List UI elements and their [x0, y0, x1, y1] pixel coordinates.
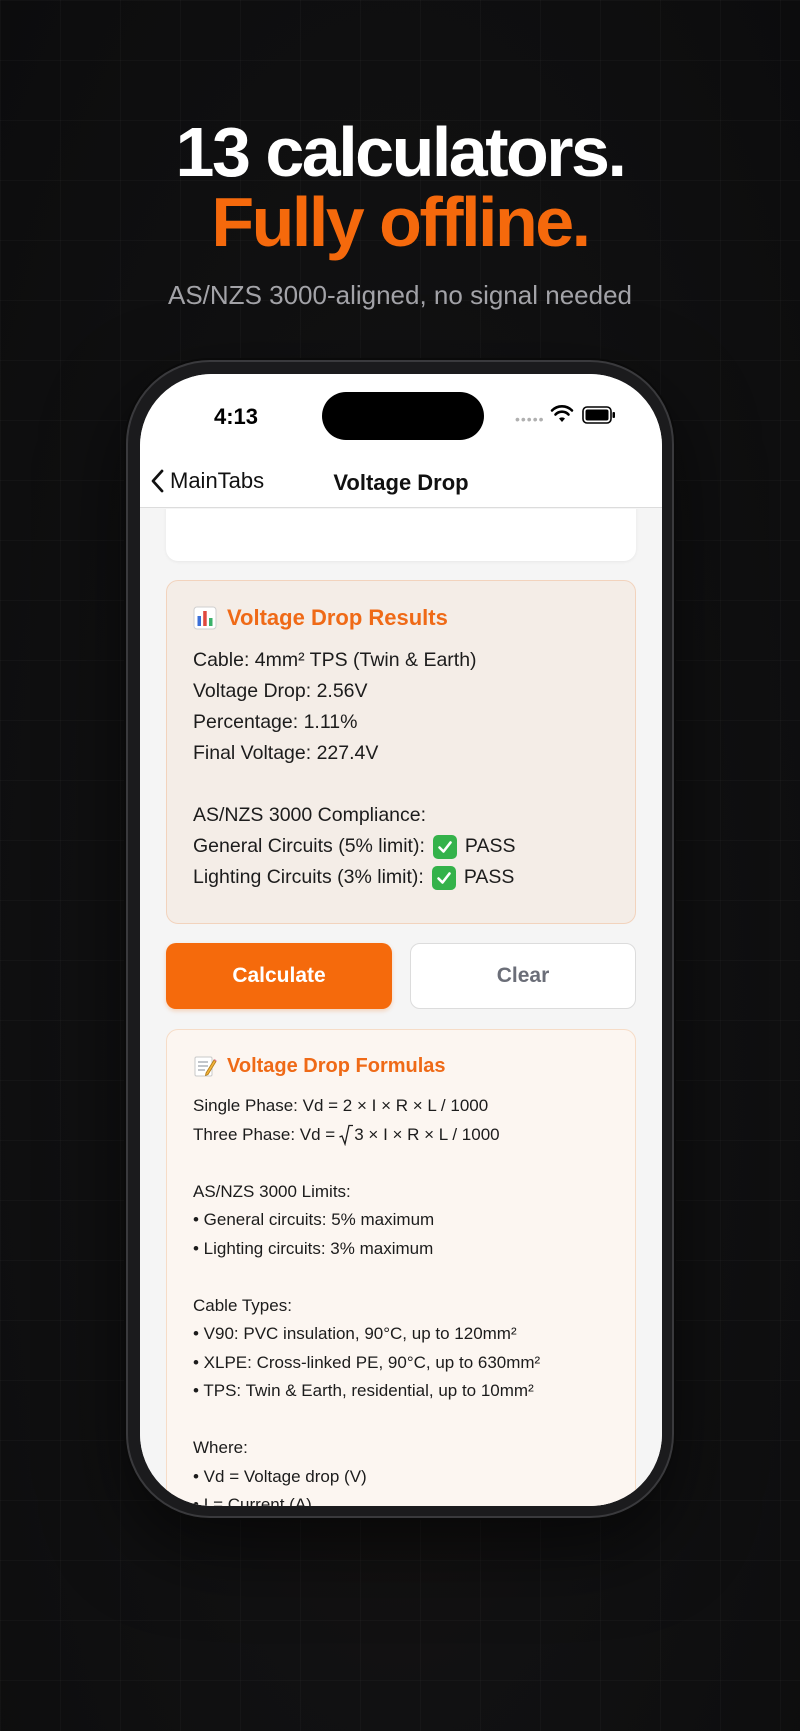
check-mark-icon: [431, 865, 456, 890]
results-title-text: Voltage Drop Results: [227, 605, 448, 630]
formula-single-phase: Single Phase: Vd = 2 × I × R × L / 1000: [193, 1096, 489, 1116]
scroll-content[interactable]: Voltage Drop Results Cable: 4mm² TPS (Tw…: [140, 509, 662, 1506]
app-store-screenshot: 13 calculators. Fully offline. AS/NZS 30…: [0, 0, 800, 1731]
check-mark-icon: [432, 834, 457, 859]
input-card: [166, 509, 636, 561]
phone-frame: 4:13 ••••• MainTabs Voltage Drop Voltage…: [126, 360, 674, 1518]
formula-three-phase-prefix: Three Phase: Vd =: [193, 1124, 336, 1144]
compliance-general-result: PASS: [464, 835, 516, 857]
compliance-lighting-result: PASS: [463, 866, 515, 888]
results-lines: Cable: 4mm² TPS (Twin & Earth) Voltage D…: [193, 645, 609, 893]
compliance-heading: AS/NZS 3000 Compliance:: [193, 804, 427, 826]
page-title: Voltage Drop: [333, 470, 469, 495]
calculate-button[interactable]: Calculate: [166, 943, 392, 1009]
where-heading: Where:: [193, 1438, 248, 1458]
clear-button[interactable]: Clear: [410, 943, 636, 1009]
status-time: 4:13: [214, 404, 259, 429]
result-percentage: Percentage: 1.11%: [193, 711, 358, 733]
status-bar: 4:13 •••••: [140, 374, 662, 456]
hero-headline-accent: Fully offline.: [211, 183, 591, 261]
cable-types-heading: Cable Types:: [193, 1295, 292, 1315]
phone-screen: 4:13 ••••• MainTabs Voltage Drop Voltage…: [140, 374, 662, 1506]
compliance-general: General Circuits (5% limit): PASS: [193, 831, 609, 862]
square-root-icon: [339, 1124, 354, 1146]
results-card: Voltage Drop Results Cable: 4mm² TPS (Tw…: [166, 580, 636, 924]
formulas-title: Voltage Drop Formulas: [193, 1054, 609, 1078]
formulas-lines: Single Phase: Vd = 2 × I × R × L / 1000 …: [193, 1092, 609, 1506]
result-cable: Cable: 4mm² TPS (Twin & Earth): [193, 649, 477, 671]
cable-type-v90: • V90: PVC insulation, 90°C, up to 120mm…: [193, 1324, 517, 1344]
cable-type-tps: • TPS: Twin & Earth, residential, up to …: [193, 1381, 534, 1401]
bar-chart-icon: [193, 606, 217, 630]
memo-icon: [194, 1056, 217, 1077]
formula-three-phase: Three Phase: Vd = 3 × I × R × L / 1000: [193, 1121, 609, 1150]
compliance-lighting-label: Lighting Circuits (3% limit):: [193, 866, 424, 888]
formulas-title-text: Voltage Drop Formulas: [227, 1054, 446, 1077]
formulas-card: Voltage Drop Formulas Single Phase: Vd =…: [166, 1029, 636, 1506]
hero-headline: 13 calculators.: [175, 113, 627, 191]
results-title: Voltage Drop Results: [193, 605, 609, 631]
hero-subtitle: AS/NZS 3000-aligned, no signal needed: [168, 280, 632, 310]
result-final-voltage: Final Voltage: 227.4V: [193, 742, 379, 764]
dynamic-island: [322, 392, 484, 440]
limit-general: • General circuits: 5% maximum: [193, 1210, 435, 1230]
compliance-general-label: General Circuits (5% limit):: [193, 835, 425, 857]
where-i: • I = Current (A): [193, 1495, 312, 1506]
compliance-lighting: Lighting Circuits (3% limit): PASS: [193, 862, 609, 893]
navigation-bar: MainTabs Voltage Drop: [140, 456, 662, 508]
limit-lighting: • Lighting circuits: 3% maximum: [193, 1238, 434, 1258]
limits-heading: AS/NZS 3000 Limits:: [193, 1181, 351, 1201]
where-vd: • Vd = Voltage drop (V): [193, 1466, 367, 1486]
battery-icon: [582, 406, 615, 424]
result-voltage-drop: Voltage Drop: 2.56V: [193, 680, 368, 702]
formula-three-phase-rest: 3 × I × R × L / 1000: [354, 1124, 500, 1144]
signal-dots-icon: •••••: [515, 411, 545, 427]
wifi-icon: [550, 405, 574, 422]
cable-type-xlpe: • XLPE: Cross-linked PE, 90°C, up to 630…: [193, 1352, 541, 1372]
